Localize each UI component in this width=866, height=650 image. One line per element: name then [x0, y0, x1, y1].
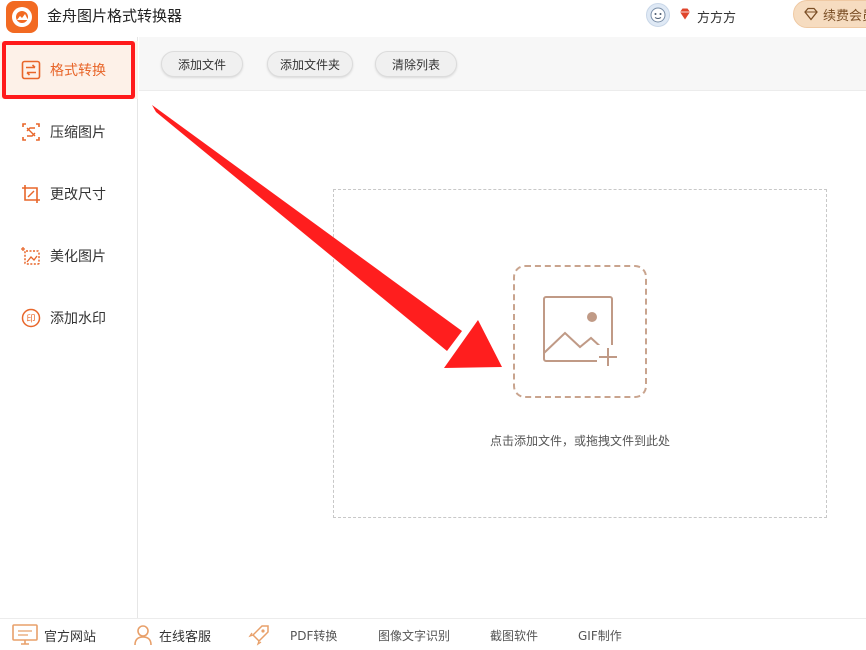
sidebar-item-compress[interactable]: 压缩图片 [0, 103, 138, 161]
toolbar: 添加文件 添加文件夹 清除列表 [139, 37, 866, 91]
sidebar-item-label: 添加水印 [50, 311, 106, 327]
ocr-link[interactable]: 图像文字识别 [378, 619, 450, 650]
renew-label: 续费会员 [823, 8, 866, 24]
svg-text:印: 印 [26, 313, 35, 325]
monitor-icon [12, 624, 38, 645]
bottom-bar: 官方网站 在线客服 PDF转换 图像文字识别 截图软件 GIF制作 [0, 618, 866, 650]
app-window: 金舟图片格式转换器 方方方 续费会员 [0, 0, 866, 650]
official-website-link[interactable]: 官方网站 [12, 619, 96, 650]
add-image-icon [543, 296, 619, 367]
watermark-icon: 印 [21, 308, 41, 328]
add-folder-button[interactable]: 添加文件夹 [267, 51, 353, 77]
title-bar: 金舟图片格式转换器 方方方 续费会员 [0, 0, 866, 34]
gif-maker-link[interactable]: GIF制作 [578, 619, 622, 650]
sidebar-item-label: 压缩图片 [50, 125, 106, 141]
customer-service-icon [134, 625, 152, 646]
convert-icon [21, 60, 41, 80]
user-name[interactable]: 方方方 [697, 7, 736, 26]
app-logo-icon [6, 1, 38, 33]
sidebar-item-label: 更改尺寸 [50, 187, 106, 203]
compress-icon [22, 123, 40, 141]
pdf-convert-link[interactable]: PDF转换 [248, 619, 337, 650]
app-title: 金舟图片格式转换器 [47, 7, 183, 25]
rocket-icon [248, 625, 269, 646]
sidebar: 格式转换 压缩图片 更改尺寸 美化图片 印 添加水印 [0, 37, 138, 618]
online-support-label: 在线客服 [159, 629, 212, 645]
sidebar-item-label: 美化图片 [50, 249, 106, 265]
diamond-icon [804, 7, 818, 21]
sidebar-item-watermark[interactable]: 印 添加水印 [0, 289, 138, 347]
official-website-label: 官方网站 [44, 629, 97, 645]
pdf-convert-label: PDF转换 [290, 628, 338, 643]
sidebar-item-label: 格式转换 [50, 63, 106, 79]
renew-membership-button[interactable]: 续费会员 [793, 0, 866, 28]
avatar[interactable] [646, 3, 670, 27]
add-image-button[interactable] [513, 265, 647, 398]
sidebar-item-beautify[interactable]: 美化图片 [0, 227, 138, 285]
add-file-button[interactable]: 添加文件 [161, 51, 243, 77]
online-support-link[interactable]: 在线客服 [133, 619, 211, 650]
beautify-icon [21, 247, 40, 265]
screenshot-software-link[interactable]: 截图软件 [490, 619, 538, 650]
sidebar-item-resize[interactable]: 更改尺寸 [0, 165, 138, 223]
vip-gem-icon [680, 8, 690, 20]
sidebar-item-format-convert[interactable]: 格式转换 [0, 41, 138, 99]
clear-list-button[interactable]: 清除列表 [375, 51, 457, 77]
resize-icon [22, 185, 40, 203]
drop-hint-text: 点击添加文件，或拖拽文件到此处 [489, 434, 670, 448]
